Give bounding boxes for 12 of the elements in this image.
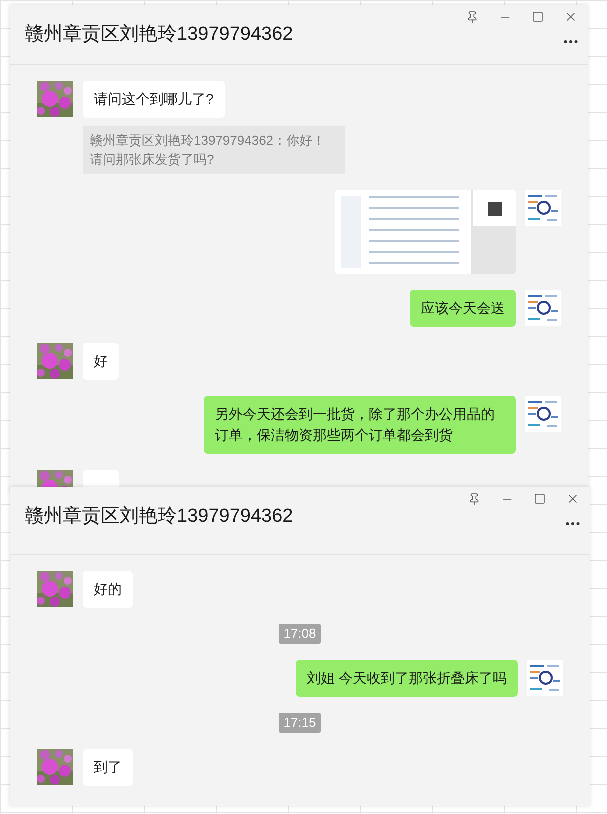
message-bubble: 另外今天还会到一批货，除了那个办公用品的订单，保洁物资那些两个订单都会到货 bbox=[204, 396, 516, 454]
message-bubble: 到了 bbox=[83, 749, 133, 786]
quoted-message: 赣州章贡区刘艳玲13979794362：你好！请问那张床发货了吗? bbox=[83, 126, 345, 174]
timestamp: 17:08 bbox=[278, 624, 322, 644]
message-bubble: 刘姐 今天收到了那张折叠床了吗 bbox=[296, 660, 518, 697]
window-title: 赣州章贡区刘艳玲13979794362 bbox=[24, 505, 294, 529]
message-bubble: 好 bbox=[83, 343, 119, 380]
window-title: 赣州章贡区刘艳玲13979794362 bbox=[24, 23, 294, 47]
message-bubble: 好的 bbox=[83, 571, 133, 608]
message-bubble: 请问这个到哪儿了? bbox=[83, 81, 225, 118]
timestamp: 17:15 bbox=[278, 713, 322, 733]
message-bubble: 应该今天会送 bbox=[410, 290, 516, 327]
